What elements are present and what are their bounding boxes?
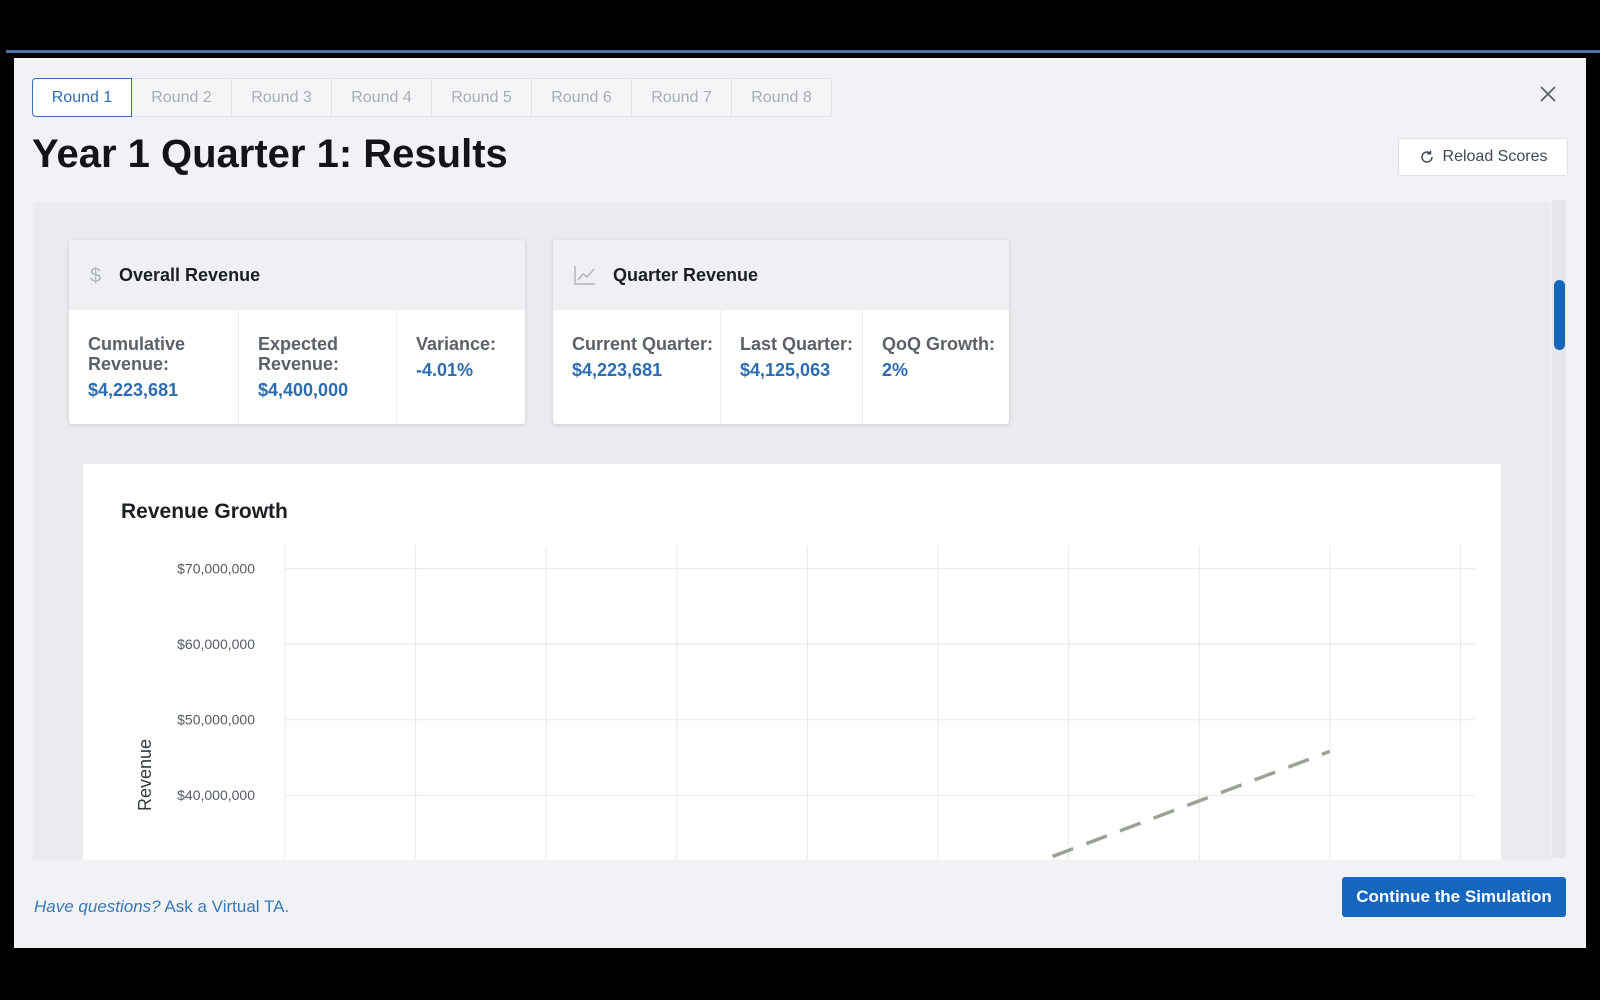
last-quarter-metric: Last Quarter: $4,125,063 — [721, 310, 863, 424]
y-axis-label: Revenue — [135, 739, 155, 811]
tab-round-8[interactable]: Round 8 — [732, 78, 832, 117]
close-button[interactable] — [1536, 82, 1560, 106]
continue-simulation-button[interactable]: Continue the Simulation — [1342, 877, 1566, 917]
y-tick-label: $40,000,000 — [177, 787, 255, 803]
metric-value: 2% — [882, 360, 909, 380]
metric-value: -4.01% — [416, 360, 474, 380]
metric-value: $4,400,000 — [258, 380, 349, 400]
help-link-text: Ask a Virtual TA. — [160, 897, 290, 916]
y-tick-label: $50,000,000 — [177, 712, 255, 728]
tab-round-2[interactable]: Round 2 — [132, 78, 232, 117]
tab-round-5[interactable]: Round 5 — [432, 78, 532, 117]
metric-label: Cumulative Revenue: — [88, 334, 186, 374]
expected-revenue-metric: Expected Revenue: $4,400,000 — [239, 310, 397, 424]
y-tick-label: $60,000,000 — [177, 636, 255, 652]
metric-value: $4,223,681 — [88, 380, 179, 400]
qoq-growth-metric: QoQ Growth: 2% — [863, 310, 1009, 424]
y-tick-label: $70,000,000 — [177, 561, 255, 577]
quarter-revenue-header: Quarter Revenue — [553, 240, 1009, 310]
metric-label: Current Quarter: — [572, 334, 714, 354]
close-icon — [1540, 86, 1556, 102]
virtual-ta-link[interactable]: Have questions? Ask a Virtual TA. — [34, 897, 289, 917]
results-modal: Round 1 Round 2 Round 3 Round 4 Round 5 … — [14, 58, 1586, 948]
page-title: Year 1 Quarter 1: Results — [32, 132, 508, 176]
dollar-icon: $ — [90, 265, 101, 286]
content-scrollbar[interactable] — [1552, 200, 1566, 858]
tab-round-7[interactable]: Round 7 — [632, 78, 732, 117]
metric-value: $4,223,681 — [572, 360, 663, 380]
tab-round-4[interactable]: Round 4 — [332, 78, 432, 117]
results-content: $ Overall Revenue Cumulative Revenue: $4… — [33, 202, 1551, 936]
scrollbar-thumb[interactable] — [1554, 280, 1565, 350]
line-chart-icon — [574, 266, 595, 285]
metric-label: Last Quarter: — [740, 334, 854, 354]
tab-round-6[interactable]: Round 6 — [532, 78, 632, 117]
metric-value: $4,125,063 — [740, 360, 831, 380]
overall-revenue-title: Overall Revenue — [119, 264, 261, 285]
window-frame-line — [6, 50, 1600, 53]
overall-revenue-header: $ Overall Revenue — [69, 240, 525, 310]
refresh-icon — [1420, 150, 1433, 163]
metric-label: Variance: — [416, 334, 497, 354]
reload-scores-label: Reload Scores — [1442, 148, 1548, 165]
chart-title: Revenue Growth — [121, 500, 288, 523]
metric-label: QoQ Growth: — [882, 334, 995, 354]
overall-revenue-metrics: Cumulative Revenue: $4,223,681 Expected … — [69, 310, 525, 424]
modal-footer: Have questions? Ask a Virtual TA. Contin… — [14, 860, 1586, 948]
variance-metric: Variance: -4.01% — [397, 310, 525, 424]
reload-scores-button[interactable]: Reload Scores — [1398, 138, 1568, 176]
tab-round-3[interactable]: Round 3 — [232, 78, 332, 117]
current-quarter-metric: Current Quarter: $4,223,681 — [553, 310, 721, 424]
help-question-text: Have questions? — [34, 897, 161, 916]
svg-text:$: $ — [90, 265, 101, 286]
overall-revenue-card: $ Overall Revenue Cumulative Revenue: $4… — [69, 240, 525, 424]
round-tabs: Round 1 Round 2 Round 3 Round 4 Round 5 … — [32, 78, 832, 117]
quarter-revenue-metrics: Current Quarter: $4,223,681 Last Quarter… — [553, 310, 1009, 424]
quarter-revenue-title: Quarter Revenue — [613, 264, 759, 285]
quarter-revenue-card: Quarter Revenue Current Quarter: $4,223,… — [553, 240, 1009, 424]
metric-label: Expected Revenue: — [258, 334, 340, 374]
cumulative-revenue-metric: Cumulative Revenue: $4,223,681 — [69, 310, 239, 424]
tab-round-1[interactable]: Round 1 — [32, 78, 132, 117]
